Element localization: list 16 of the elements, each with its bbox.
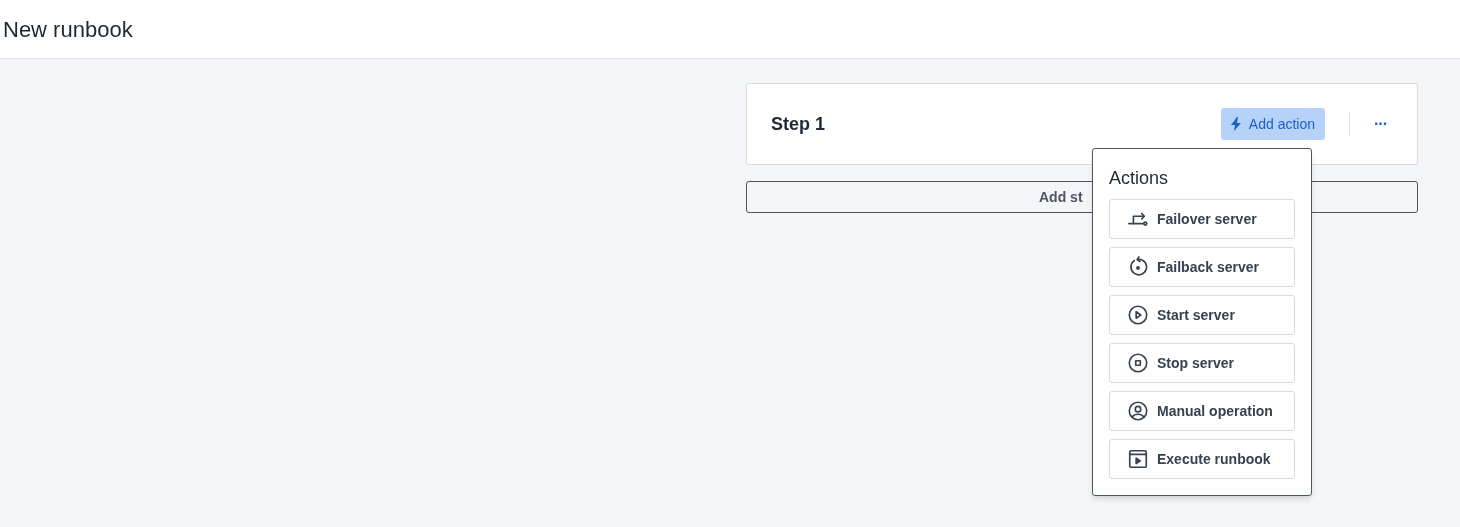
action-item[interactable]: Manual operation (1109, 391, 1295, 431)
step-title: Step 1 (771, 112, 826, 136)
lightning-icon (1230, 117, 1241, 131)
rotate-icon (1127, 256, 1149, 278)
stop-icon (1127, 352, 1149, 374)
action-item[interactable]: Failback server (1109, 247, 1295, 287)
user-icon (1127, 400, 1149, 422)
action-item[interactable]: Start server (1109, 295, 1295, 335)
page-title: New runbook (3, 15, 133, 44)
play-icon (1127, 304, 1149, 326)
add-action-button[interactable]: Add action (1220, 108, 1325, 140)
action-item[interactable]: Stop server (1109, 343, 1295, 383)
more-button[interactable]: ··· (1374, 112, 1387, 136)
action-item[interactable]: Execute runbook (1109, 439, 1295, 479)
action-item[interactable]: Failover server (1109, 199, 1295, 239)
runbook-icon (1127, 448, 1149, 470)
